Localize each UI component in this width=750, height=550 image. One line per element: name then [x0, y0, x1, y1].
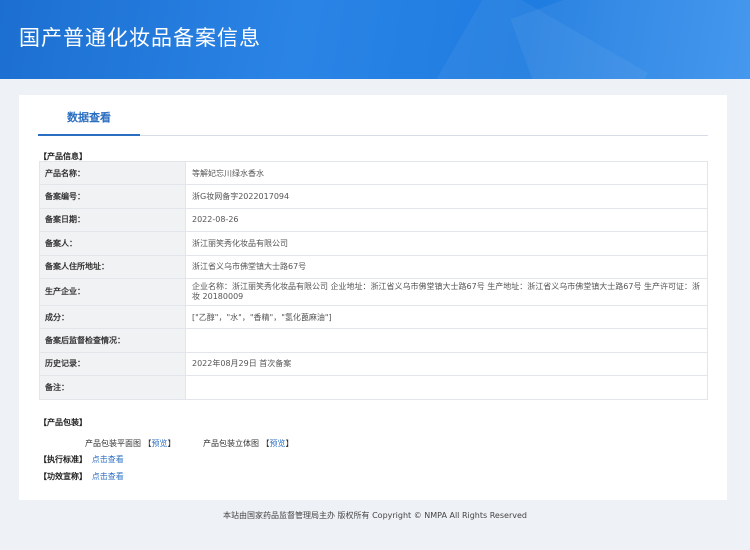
field-label: 备案日期： [39, 207, 186, 233]
tab-bar: 数据查看 [38, 95, 708, 136]
table-row: 历史记录： 2022年08月29日 首次备案 [39, 351, 708, 377]
field-label: 产品名称： [39, 160, 186, 186]
field-label: 备案人： [39, 231, 186, 256]
field-value: 浙江丽笑秀化妆品有限公司 [185, 231, 708, 256]
table-row: 备注： [39, 375, 708, 400]
efficacy-label: 【功效宣称】 [39, 472, 87, 481]
table-row: 备案日期： 2022-08-26 [39, 207, 708, 233]
packaging-solid-preview-link[interactable]: 预览 [270, 439, 286, 448]
table-row: 备案人住所地址： 浙江省义乌市佛堂镇大士路67号 [39, 254, 708, 279]
header-banner: 国产普通化妆品备案信息 [0, 0, 750, 79]
table-row: 备案人： 浙江丽笑秀化妆品有限公司 [39, 231, 708, 256]
standard-heading: 【执行标准】 点击查看 [39, 454, 124, 465]
packaging-solid-label: 产品包装立体图 [203, 439, 259, 448]
field-value: 2022-08-26 [185, 207, 708, 233]
field-label: 备案人住所地址： [39, 254, 186, 279]
field-value: 2022年08月29日 首次备案 [185, 351, 708, 377]
standard-label: 【执行标准】 [39, 455, 87, 464]
packaging-flat-label: 产品包装平面图 [85, 439, 141, 448]
tab-data-view[interactable]: 数据查看 [38, 109, 140, 136]
field-value [185, 328, 708, 353]
field-value: 浙G妆网备字2022017094 [185, 184, 708, 209]
standard-view-link[interactable]: 点击查看 [92, 455, 124, 464]
table-row: 产品名称： 等解妃忘川绿水香水 [39, 160, 708, 186]
field-label: 生产企业： [39, 277, 186, 306]
field-value: 等解妃忘川绿水香水 [185, 160, 708, 186]
efficacy-view-link[interactable]: 点击查看 [92, 472, 124, 481]
table-row: 成分： ["乙醇"，"水"，"香精"，"氢化蓖麻油"] [39, 304, 708, 330]
packaging-flat-item: 产品包装平面图 【预览】 [85, 439, 176, 448]
packaging-solid-item: 产品包装立体图 【预览】 [203, 439, 294, 448]
field-value: ["乙醇"，"水"，"香精"，"氢化蓖麻油"] [185, 304, 708, 330]
table-row: 生产企业： 企业名称：浙江丽笑秀化妆品有限公司 企业地址：浙江省义乌市佛堂镇大士路… [39, 277, 708, 306]
footer-copyright: 本站由国家药品监督管理局主办 版权所有 Copyright © NMPA All… [223, 511, 527, 520]
field-label: 备案编号： [39, 184, 186, 209]
efficacy-heading: 【功效宣称】 点击查看 [39, 471, 124, 482]
field-label: 备案后监督检查情况： [39, 328, 186, 353]
field-value: 浙江省义乌市佛堂镇大士路67号 [185, 254, 708, 279]
field-label: 历史记录： [39, 351, 186, 377]
field-label: 成分： [39, 304, 186, 330]
page-title: 国产普通化妆品备案信息 [19, 26, 261, 50]
product-info-table: 产品名称： 等解妃忘川绿水香水 备案编号： 浙G妆网备字2022017094 备案日期：… [39, 160, 708, 400]
table-row: 备案编号： 浙G妆网备字2022017094 [39, 184, 708, 209]
table-row: 备案后监督检查情况： [39, 328, 708, 353]
content-panel: 数据查看 【产品信息】 产品名称： 等解妃忘川绿水香水 备案编号： 浙G妆网备字202… [19, 95, 727, 500]
packaging-flat-preview-link[interactable]: 预览 [152, 439, 168, 448]
field-value: 企业名称：浙江丽笑秀化妆品有限公司 企业地址：浙江省义乌市佛堂镇大士路67号 生… [185, 277, 708, 306]
packaging-heading: 【产品包装】 [39, 418, 87, 427]
field-value [185, 375, 708, 400]
field-label: 备注： [39, 375, 186, 400]
